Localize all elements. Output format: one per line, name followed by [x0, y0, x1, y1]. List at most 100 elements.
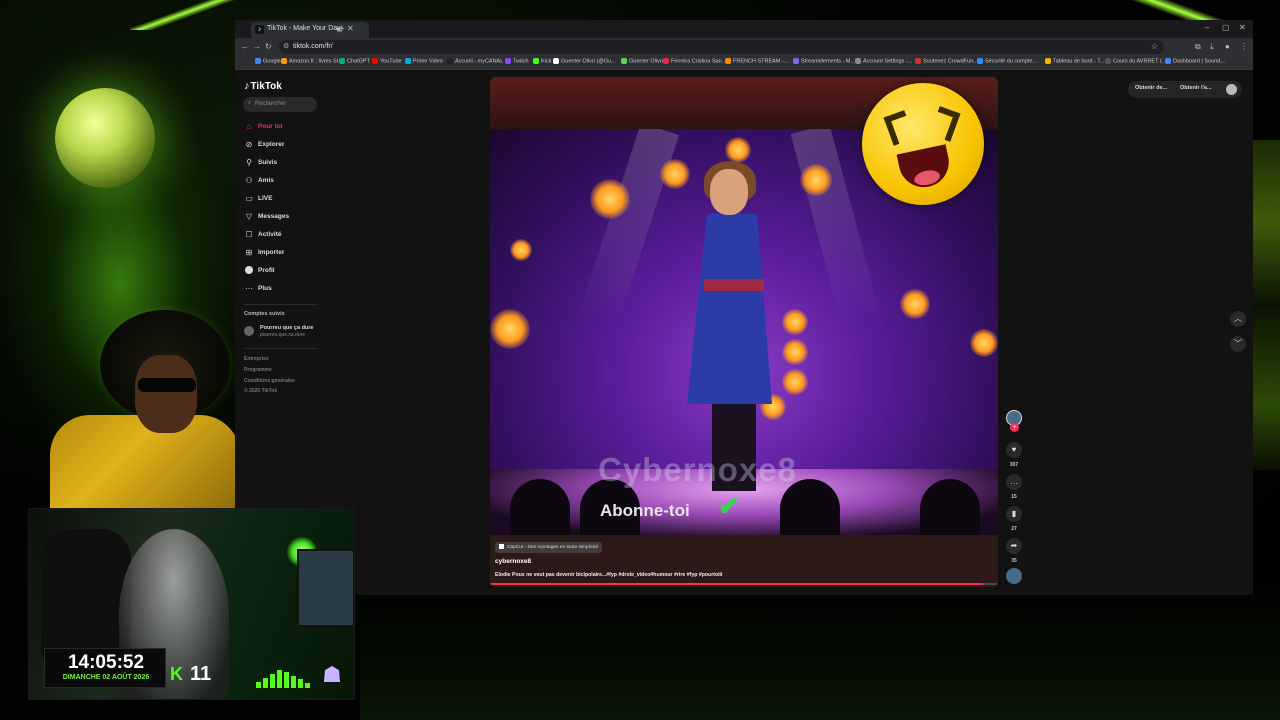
share-button[interactable]: ➦ [1006, 538, 1022, 554]
bookmark-favicon-icon [553, 58, 559, 64]
get-app-button[interactable]: Obtenir l'a... [1180, 85, 1212, 91]
stream-overlay: ♪ TikTok - Make Your Day ◀) ✕ + – ▢ ✕ ← … [0, 0, 1280, 720]
followed-account[interactable]: Pourreu que ça dure pourreu.que.ca.dure [244, 324, 324, 340]
bookmark-favicon-icon [1105, 58, 1111, 64]
sidebar-item-plus[interactable]: ⋯ Plus [244, 283, 318, 297]
check-icon: ✔ [718, 491, 740, 521]
address-bar[interactable]: ⚙ tiktok.com/fr/ ☆ [279, 40, 1164, 54]
live-icon: ▭ [245, 194, 253, 203]
sidebar-item-pour-toi[interactable]: ⌂ Pour toi [244, 121, 318, 135]
like-count: 307 [1009, 462, 1019, 468]
bookmark-label: Soutenez CrowdFun... [923, 58, 978, 65]
get-coins-button[interactable]: Obtenir de... [1135, 85, 1167, 91]
bookmark-item[interactable]: Amazon.fr : livres SI... [281, 58, 343, 64]
site-info-icon[interactable]: ⚙ [283, 42, 289, 50]
bookmark-item[interactable]: Account Settings -... [855, 58, 912, 64]
browser-window: ♪ TikTok - Make Your Day ◀) ✕ + – ▢ ✕ ← … [235, 20, 1253, 70]
bookmark-favicon-icon [339, 58, 345, 64]
bookmark-label: Google [263, 58, 281, 65]
bookmark-favicon-icon [725, 58, 731, 64]
url-text[interactable]: tiktok.com/fr/ [293, 43, 333, 50]
back-icon[interactable]: ← [241, 42, 249, 51]
avatar[interactable] [1226, 84, 1237, 95]
lightning-decoration [130, 0, 240, 30]
menu-icon[interactable]: ⋮ [1240, 42, 1248, 51]
bookmark-item[interactable]: ChatGPT [339, 58, 370, 64]
footer-link-entreprise[interactable]: Entreprise [244, 356, 269, 362]
sidebar-item-messages[interactable]: ▽ Messages [244, 211, 318, 225]
kick-logo-icon: K [170, 664, 183, 684]
bookmarks-bar: Google Amazon.fr : livres SI... ChatGPT You… [235, 56, 1253, 70]
search-input[interactable]: ⌕ Rechercher [243, 97, 317, 112]
video-description: Elodie Poux ne veut pas devenir bicipola… [495, 572, 723, 578]
bookmark-item[interactable]: Guenter Olivri (@Gu... [553, 58, 616, 64]
bookmark-item[interactable]: Google [255, 58, 281, 64]
bookmark-item[interactable]: Twitch [505, 58, 529, 64]
followed-accounts-title: Comptes suivis [244, 311, 285, 317]
sidebar-item-activite[interactable]: ☐ Activité [244, 229, 318, 243]
sidebar-item-label: LIVE [258, 195, 273, 202]
download-icon[interactable]: ⤓ [1210, 42, 1214, 52]
sidebar-item-explorer[interactable]: ⊘ Explorer [244, 139, 318, 153]
subscribe-text: Abonne-toi [600, 501, 690, 520]
background-floor [360, 590, 1280, 720]
clock-widget: 14:05:52 DIMANCHE 02 AOÛT 2026 [44, 648, 166, 688]
moon-decoration [55, 88, 155, 188]
video-author[interactable]: cybernoxe8 [495, 558, 531, 565]
like-button[interactable]: ♥ [1006, 442, 1022, 458]
bookmark-item[interactable]: YouTube [372, 58, 402, 64]
forward-icon[interactable]: → [253, 42, 261, 51]
footer-link-programme[interactable]: Programme [244, 367, 272, 373]
bookmark-item[interactable]: Sécurité du compte... [977, 58, 1037, 64]
bookmark-label: FRENCH STREAM -... [733, 58, 789, 65]
sidebar-item-label: Explorer [258, 141, 285, 148]
bookmark-item[interactable]: FRENCH STREAM -... [725, 58, 788, 64]
bookmark-item[interactable]: Accueil - myCANAL [447, 58, 503, 64]
compass-icon: ⊘ [245, 140, 253, 149]
maximize-icon[interactable]: ▢ [1222, 23, 1230, 32]
bookmark-label: Accueil - myCANAL [455, 58, 504, 65]
extensions-icon[interactable]: ⧉ [1195, 42, 1201, 52]
tiktok-logo-icon: ♪ [244, 80, 250, 92]
sidebar-item-live[interactable]: ▭ LIVE [244, 193, 318, 207]
bookmark-item[interactable]: Dashboard | Sound... [1165, 58, 1225, 64]
close-tab-icon[interactable]: ✕ [347, 24, 354, 33]
bookmark-star-icon[interactable]: ☆ [1151, 42, 1158, 51]
minimize-icon[interactable]: – [1205, 23, 1209, 32]
bookmark-item[interactable]: Guenter Olivri [621, 58, 663, 64]
comment-button[interactable]: … [1006, 474, 1022, 490]
close-window-icon[interactable]: ✕ [1239, 23, 1246, 32]
reload-icon[interactable]: ↻ [265, 42, 272, 51]
capcut-tag[interactable]: CapCut - Des montages en toute simplicit… [495, 542, 603, 553]
next-video-button[interactable]: ﹀ [1230, 336, 1246, 352]
sidebar-item-suivis[interactable]: ⚲ Suivis [244, 157, 318, 171]
profile-icon[interactable]: ● [1225, 42, 1230, 51]
bookmark-item[interactable]: Streamelements - M... [793, 58, 855, 64]
bookmark-item[interactable]: Ferreira Cristina San... [663, 58, 726, 64]
sidebar-item-amis[interactable]: ⚇ Amis [244, 175, 318, 189]
bookmark-label: ChatGPT [347, 58, 370, 65]
bookmark-item[interactable]: Tableau de bord - T... [1045, 58, 1105, 64]
previous-video-button[interactable]: ︿ [1230, 311, 1246, 327]
follow-button[interactable]: + [1010, 423, 1019, 432]
lightning-decoration-right [1090, 0, 1280, 22]
bookmark-item[interactable]: Prime Video [405, 58, 443, 64]
footer-link-conditions[interactable]: Conditions générales [244, 378, 295, 384]
tiktok-favicon-icon: ♪ [255, 25, 264, 34]
tiktok-logo[interactable]: ♪TikTok [244, 80, 282, 92]
sidebar-item-importer[interactable]: ⊞ Importer [244, 247, 318, 261]
bookmark-item[interactable]: Cours du AVRRET (... [1105, 58, 1166, 64]
bookmark-item[interactable]: Soutenez CrowdFun... [915, 58, 978, 64]
sidebar-item-profil[interactable]: Profil [244, 265, 318, 279]
video-card[interactable]: Cybernoxe8 Abonne-toi ✔ CapCut - Des mon… [490, 77, 998, 587]
capcut-icon [499, 544, 504, 550]
music-disc-icon[interactable] [1006, 568, 1022, 584]
save-button[interactable]: ▮ [1006, 506, 1022, 522]
video-progress-bar[interactable] [490, 583, 998, 585]
bookmark-label: Ferreira Cristina San... [671, 58, 727, 65]
new-tab-icon[interactable]: + [339, 24, 345, 35]
sidebar-item-label: Importer [258, 249, 285, 256]
bookmark-item[interactable]: Kick [533, 58, 551, 64]
browser-tab[interactable]: ♪ TikTok - Make Your Day ◀) ✕ [251, 22, 369, 38]
profile-icon [244, 266, 254, 276]
